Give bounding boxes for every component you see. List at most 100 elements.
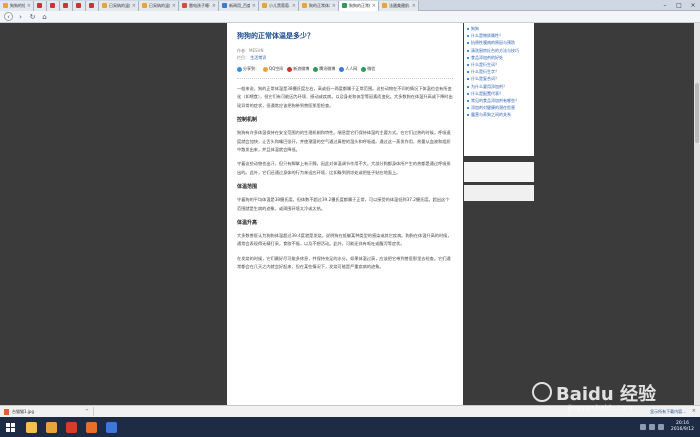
browser-tab[interactable]: 已采纳的温度…× bbox=[139, 1, 179, 11]
tab-close-icon[interactable]: × bbox=[25, 3, 31, 9]
tab-label: 狗狗的短毛_个… bbox=[10, 3, 25, 8]
tab-label: 小儿黑葡萄… bbox=[269, 3, 290, 8]
maximize-icon[interactable]: □ bbox=[672, 0, 686, 10]
tab-close-icon[interactable]: × bbox=[330, 3, 336, 9]
sidebar-link-label: 常见的食品添加剂有哪些？ bbox=[471, 98, 519, 104]
taskbar-browser-icon[interactable] bbox=[42, 418, 60, 436]
tab-close-icon[interactable]: × bbox=[290, 3, 296, 9]
share-item[interactable]: 新浪微博 bbox=[287, 66, 309, 72]
ime-icon[interactable] bbox=[657, 424, 664, 430]
bullet-icon bbox=[467, 71, 469, 74]
sidebar-link[interactable]: 添加剂对健康的潜在危害 bbox=[467, 104, 531, 111]
sidebar-link[interactable]: 什么是衍生字？ bbox=[467, 68, 531, 75]
sidebar-link[interactable]: 露营与养狗之间的关系 bbox=[467, 111, 531, 118]
sidebar-link[interactable]: 常见的食品添加剂有哪些？ bbox=[467, 97, 531, 104]
favicon-icon bbox=[37, 3, 42, 8]
share-icon bbox=[339, 66, 345, 72]
share-label: 微信 bbox=[367, 66, 376, 71]
close-icon[interactable]: × bbox=[686, 0, 700, 10]
windows-logo-icon bbox=[5, 422, 15, 432]
volume-icon[interactable] bbox=[648, 424, 655, 430]
tab-close-icon[interactable]: × bbox=[250, 3, 256, 9]
share-label: 人人网 bbox=[345, 66, 358, 71]
section-paragraph: 大多数兽医认为狗狗体温超过39.4度就是发烧，说明狗在抵御某种类型的感染或其它疾… bbox=[237, 233, 452, 247]
app-glyph bbox=[25, 421, 37, 433]
share-item[interactable]: 腾讯微博 bbox=[313, 66, 335, 72]
navigation-bar: ‹ › ↻ ⌂ bbox=[0, 11, 700, 23]
sidebar-link-label: 清洗厨房灶台的方法与技巧 bbox=[471, 47, 519, 53]
bullet-icon bbox=[467, 35, 469, 38]
sidebar-link[interactable]: 什么是复合词？ bbox=[467, 75, 531, 82]
sidebar-link[interactable]: 狗狗 bbox=[467, 25, 531, 32]
back-icon[interactable]: ‹ bbox=[4, 12, 13, 21]
sidebar-panel bbox=[464, 162, 534, 182]
taskbar-app-orange-icon[interactable] bbox=[82, 418, 100, 436]
tab-close-icon[interactable]: × bbox=[410, 3, 416, 9]
browser-tab[interactable]: 新闻用_百度…× bbox=[219, 1, 259, 11]
minimize-icon[interactable]: – bbox=[658, 0, 672, 10]
favicon-icon bbox=[142, 3, 147, 8]
scrollbar[interactable] bbox=[694, 23, 700, 405]
network-icon[interactable] bbox=[639, 424, 646, 430]
sidebar-link[interactable]: 抗原性膜病的原因与预防 bbox=[467, 39, 531, 46]
image-file-icon bbox=[4, 408, 9, 415]
taskbar-app-blue-icon[interactable] bbox=[102, 418, 120, 436]
share-item[interactable]: QQ空间 bbox=[263, 66, 283, 72]
clock[interactable]: 20:16 2016/9/12 bbox=[671, 421, 694, 433]
share-item[interactable]: 微信 bbox=[361, 66, 375, 72]
tab-close-icon[interactable]: × bbox=[370, 3, 376, 9]
browser-tab[interactable]: 法國美國前…× bbox=[379, 1, 419, 11]
share-icon bbox=[287, 66, 293, 72]
taskbar-file-explorer-icon[interactable] bbox=[22, 418, 40, 436]
tab-close-icon[interactable]: × bbox=[130, 3, 136, 9]
tab-close-icon[interactable]: × bbox=[170, 3, 176, 9]
sidebar-link[interactable]: 为什么要用添加剂？ bbox=[467, 83, 531, 90]
favicon-icon bbox=[342, 3, 347, 8]
favicon-icon bbox=[382, 3, 387, 8]
forward-icon[interactable]: › bbox=[16, 12, 25, 21]
browser-tab[interactable] bbox=[60, 1, 73, 11]
browser-tab[interactable]: 狗的正常体温…× bbox=[299, 1, 339, 11]
intro-paragraph: 一般来说，狗的正常体温是38摄氏度左右，高或低一两度都属于正常范围。这些动物在不… bbox=[237, 86, 453, 108]
bullet-icon bbox=[467, 28, 469, 30]
app-glyph bbox=[65, 421, 77, 433]
browser-tab[interactable]: 已采纳的温度…× bbox=[99, 1, 139, 11]
share-item[interactable]: 人人网 bbox=[339, 66, 357, 72]
tab-close-icon[interactable]: × bbox=[210, 3, 216, 9]
sidebar-link[interactable]: 什么是配置代表？ bbox=[467, 90, 531, 97]
refresh-icon[interactable]: ↻ bbox=[28, 12, 37, 21]
tab-label: 狗狗的正常体… bbox=[349, 3, 370, 8]
start-button[interactable] bbox=[0, 417, 20, 437]
taskbar-app-red-icon[interactable] bbox=[62, 418, 80, 436]
column-link[interactable]: 生活常识 bbox=[250, 55, 266, 60]
browser-tab[interactable]: 雷电孩子睡不…× bbox=[179, 1, 219, 11]
home-icon[interactable]: ⌂ bbox=[40, 12, 49, 21]
chevron-up-icon[interactable]: ^ bbox=[85, 409, 89, 415]
browser-tab[interactable] bbox=[73, 1, 86, 11]
sidebar-link[interactable]: 什么是衍生词？ bbox=[467, 61, 531, 68]
browser-tab[interactable]: 狗狗的短毛_个…× bbox=[0, 1, 34, 11]
show-all-downloads-link[interactable]: 显示所有下载内容... bbox=[650, 409, 686, 415]
tab-label: 狗的正常体温… bbox=[309, 3, 330, 8]
section-heading: 体温升高 bbox=[237, 220, 258, 227]
share-icon bbox=[237, 66, 242, 72]
downloads-bar: 台猫猫1.jpg ^ 显示所有下载内容... × bbox=[0, 405, 700, 417]
favicon-icon bbox=[76, 3, 81, 8]
sidebar-link[interactable]: 食品添加剂的好处 bbox=[467, 54, 531, 61]
browser-tab[interactable] bbox=[47, 1, 60, 11]
scrollbar-thumb[interactable] bbox=[695, 83, 699, 143]
article-column: 栏目： 生活常识 bbox=[237, 54, 453, 61]
sidebar-link[interactable]: 什么是物质属性？ bbox=[467, 32, 531, 39]
bullet-icon bbox=[467, 49, 469, 52]
browser-tab[interactable] bbox=[34, 1, 47, 11]
browser-tab[interactable]: 狗狗的正常体…× bbox=[339, 1, 379, 11]
close-icon[interactable]: × bbox=[692, 408, 696, 414]
sidebar-link[interactable]: 清洗厨房灶台的方法与技巧 bbox=[467, 47, 531, 54]
browser-tab[interactable] bbox=[86, 1, 99, 11]
download-item[interactable]: 台猫猫1.jpg ^ bbox=[4, 407, 94, 416]
app-glyph bbox=[45, 421, 57, 433]
browser-tab[interactable]: 小儿黑葡萄…× bbox=[259, 1, 299, 11]
share-item[interactable]: 分享到： bbox=[237, 66, 259, 72]
favicon-icon bbox=[302, 3, 307, 8]
download-filename: 台猫猫1.jpg bbox=[12, 408, 35, 414]
